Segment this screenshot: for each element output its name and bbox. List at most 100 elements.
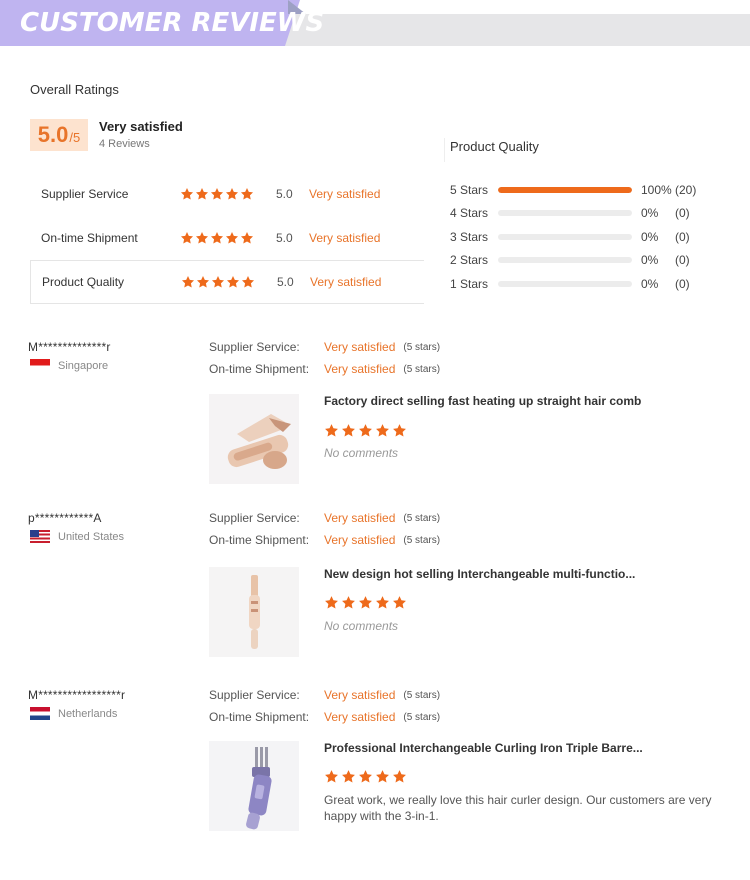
distribution-count: (0) (675, 253, 690, 268)
distribution-row-2: 2 Stars 0% (0) (450, 249, 710, 273)
star-icon (341, 595, 356, 610)
star-icon (225, 231, 239, 245)
distribution-label: 3 Stars (450, 229, 489, 244)
country-name: United States (58, 530, 125, 543)
star-icon (196, 275, 210, 289)
distribution-row-4: 4 Stars 0% (0) (450, 202, 710, 226)
product-title[interactable]: Professional Interchangeable Curling Iro… (324, 741, 643, 755)
distribution-label: 4 Stars (450, 206, 489, 221)
rating-stars (181, 275, 255, 289)
distribution-bar (498, 210, 632, 217)
distribution-count: (20) (675, 182, 697, 197)
distribution-bar (498, 233, 632, 240)
feedback-label: Supplier Service: (209, 688, 300, 702)
product-title[interactable]: Factory direct selling fast heating up s… (324, 394, 641, 408)
distribution-bar (498, 257, 632, 264)
distribution-percent: 0% (641, 276, 659, 291)
supplier-service-feedback: Supplier Service: Very satisfied (5 star… (209, 511, 440, 525)
distribution-label: 5 Stars (450, 182, 489, 197)
star-icon (195, 231, 209, 245)
distribution-percent: 0% (641, 229, 659, 244)
shipment-feedback: On-time Shipment: Very satisfied (5 star… (209, 362, 440, 376)
distribution-bar (498, 280, 632, 287)
distribution-row-5: 5 Stars 100% (20) (450, 178, 710, 202)
overall-score-max: /5 (69, 130, 81, 145)
feedback-value: Very satisfied (324, 688, 396, 702)
section-divider (444, 138, 445, 162)
feedback-stars: (5 stars) (403, 711, 441, 723)
star-icon (341, 769, 356, 784)
overall-score-badge: 5.0 /5 (30, 119, 88, 151)
distribution-row-3: 3 Stars 0% (0) (450, 225, 710, 249)
star-icon (392, 595, 407, 610)
feedback-label: On-time Shipment: (209, 362, 310, 376)
star-icon (180, 187, 194, 201)
rating-stars (180, 231, 254, 245)
category-score: 5.0 (277, 275, 294, 289)
singapore-flag-icon (30, 359, 50, 372)
category-name: Product Quality (42, 275, 125, 289)
united-states-flag-icon (30, 530, 50, 543)
feedback-label: Supplier Service: (209, 511, 300, 525)
feedback-value: Very satisfied (324, 533, 396, 547)
overall-score-label: Very satisfied (99, 119, 183, 134)
distribution-percent: 0% (641, 206, 659, 221)
star-icon (210, 231, 224, 245)
distribution-label: 2 Stars (450, 253, 489, 268)
rating-stars (180, 187, 254, 201)
feedback-label: On-time Shipment: (209, 533, 310, 547)
shipment-feedback: On-time Shipment: Very satisfied (5 star… (209, 533, 440, 547)
category-row-on-time-shipment[interactable]: On-time Shipment 5.0 Very satisfied (30, 216, 424, 260)
star-icon (241, 275, 255, 289)
distribution-count: (0) (675, 229, 690, 244)
page-title: CUSTOMER REVIEWS (20, 8, 325, 38)
product-image[interactable] (209, 567, 299, 657)
feedback-value: Very satisfied (324, 511, 396, 525)
distribution-percent: 100% (641, 182, 672, 197)
feedback-value: Very satisfied (324, 710, 396, 724)
country-name: Netherlands (58, 707, 118, 720)
feedback-stars: (5 stars) (403, 534, 441, 546)
star-icon (392, 769, 407, 784)
category-name: Supplier Service (41, 187, 129, 201)
feedback-stars: (5 stars) (403, 512, 441, 524)
reviewer-country: United States (30, 530, 124, 543)
review-comment: No comments (324, 446, 399, 460)
product-image[interactable] (209, 741, 299, 831)
star-icon (341, 423, 356, 438)
netherlands-flag-icon (30, 707, 50, 720)
product-title[interactable]: New design hot selling Interchangeable m… (324, 567, 635, 581)
star-icon (240, 187, 254, 201)
star-icon (392, 423, 407, 438)
star-icon (358, 595, 373, 610)
feedback-stars: (5 stars) (403, 689, 441, 701)
review-comment: Great work, we really love this hair cur… (324, 793, 712, 823)
feedback-stars: (5 stars) (403, 363, 441, 375)
rating-distribution: 5 Stars 100% (20) 4 Stars 0% (0) 3 Stars… (450, 178, 710, 296)
distribution-bar (498, 186, 632, 193)
distribution-bar-fill (498, 186, 632, 193)
star-icon (358, 423, 373, 438)
review-rating-stars (324, 423, 407, 438)
category-row-product-quality[interactable]: Product Quality 5.0 Very satisfied (30, 260, 424, 304)
category-label: Very satisfied (309, 231, 381, 245)
review-count: 4 Reviews (99, 138, 150, 150)
product-image[interactable] (209, 394, 299, 484)
country-name: Singapore (58, 359, 109, 372)
star-icon (195, 187, 209, 201)
category-name: On-time Shipment (41, 231, 138, 245)
category-score: 5.0 (276, 187, 293, 201)
category-row-supplier-service[interactable]: Supplier Service 5.0 Very satisfied (30, 172, 424, 216)
star-icon (375, 423, 390, 438)
category-ratings: Supplier Service 5.0 Very satisfied On-t… (30, 172, 424, 304)
overall-ratings-title: Overall Ratings (30, 82, 119, 97)
distribution-count: (0) (675, 276, 690, 291)
star-icon (226, 275, 240, 289)
category-label: Very satisfied (310, 275, 382, 289)
star-icon (210, 187, 224, 201)
feedback-label: Supplier Service: (209, 340, 300, 354)
reviewer-country: Netherlands (30, 707, 117, 720)
star-icon (324, 423, 339, 438)
reviewer-name: p************A (28, 511, 102, 525)
feedback-stars: (5 stars) (403, 341, 441, 353)
